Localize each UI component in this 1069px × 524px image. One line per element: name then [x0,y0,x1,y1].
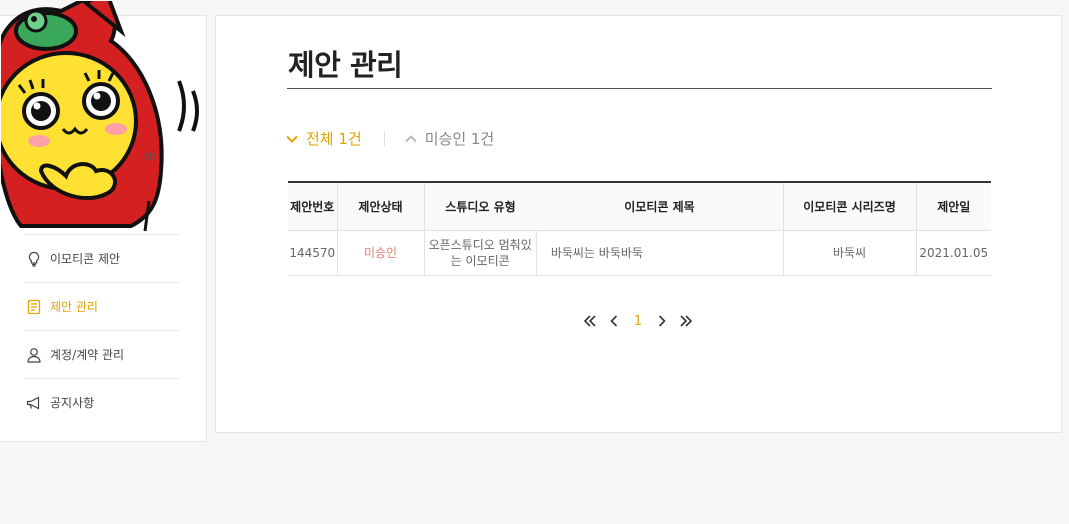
double-chevron-left-icon [583,315,596,327]
cell-series: 바둑씨 [782,230,916,276]
column-header-series: 이모티콘 시리즈명 [782,181,916,231]
document-icon [25,298,43,316]
person-icon [25,346,43,364]
proposal-table: 제안번호 제안상태 스튜디오 유형 이모티콘 제목 이모티콘 시리즈명 제안일 … [288,181,991,276]
column-header-id: 제안번호 [288,181,337,231]
cell-id: 144570 [288,230,337,276]
sidebar-item-notices[interactable]: 공지사항 [24,378,180,426]
sidebar-item-emoticon-proposal[interactable]: 이모티콘 제안 [24,234,180,282]
chevron-down-icon [286,135,298,143]
sidebar-item-label: 공지사항 [50,396,95,410]
chevron-right-icon [658,315,666,327]
filter-unapproved-label: 미승인 1건 [424,130,495,148]
column-header-status: 제안상태 [336,181,424,231]
page-number-current[interactable]: 1 [626,314,650,329]
double-chevron-right-icon [680,315,693,327]
sidebar: m 이모티콘 제안 제안 관리 계정/계약 관리 공지사항 [0,1,207,442]
megaphone-icon [25,394,43,412]
cell-title[interactable]: 바둑씨는 바둑바둑 [535,230,783,276]
first-page-button[interactable] [578,312,602,330]
filter-divider [383,131,385,146]
mascot-character-illustration [1,1,199,232]
sidebar-item-label: 이모티콘 제안 [50,252,121,266]
sidebar-item-label: 계정/계약 관리 [50,348,125,362]
filter-unapproved[interactable]: 미승인 1건 [405,128,495,149]
prev-page-button[interactable] [602,312,626,330]
cell-studio-type: 오픈스튜디오 멈춰있는 이모티콘 [423,230,537,276]
table-header-row: 제안번호 제안상태 스튜디오 유형 이모티콘 제목 이모티콘 시리즈명 제안일 [288,181,991,231]
sidebar-nav: 이모티콘 제안 제안 관리 계정/계약 관리 공지사항 [24,234,180,426]
pagination: 1 [578,312,698,330]
chevron-up-icon [405,134,417,142]
column-header-date: 제안일 [915,181,991,231]
sidebar-item-account-contract[interactable]: 계정/계약 관리 [24,330,180,378]
title-divider [287,88,992,89]
next-page-button[interactable] [650,312,674,330]
column-header-studio-type: 스튜디오 유형 이모티콘 제목 [423,181,783,231]
page-title: 제안 관리 [288,48,403,82]
sidebar-item-label: 제안 관리 [50,300,98,314]
chevron-left-icon [610,315,618,327]
cell-status: 미승인 [336,230,424,276]
last-page-button[interactable] [674,312,698,330]
status-filters: 전체 1건 미승인 1건 [286,128,494,149]
main-panel: 제안 관리 전체 1건 미승인 1건 제안번호 제안상태 스튜디오 유형 이모티… [215,15,1062,433]
account-email-partial: m [145,149,157,163]
lightbulb-icon [25,250,43,268]
table-row[interactable]: 144570 미승인 오픈스튜디오 멈춰있는 이모티콘 바둑씨는 바둑바둑 바둑… [288,230,991,276]
sidebar-item-proposal-management[interactable]: 제안 관리 [24,282,180,330]
cell-date: 2021.01.05 [915,230,991,276]
filter-all-label: 전체 1건 [306,130,362,148]
filter-all[interactable]: 전체 1건 [286,128,362,149]
